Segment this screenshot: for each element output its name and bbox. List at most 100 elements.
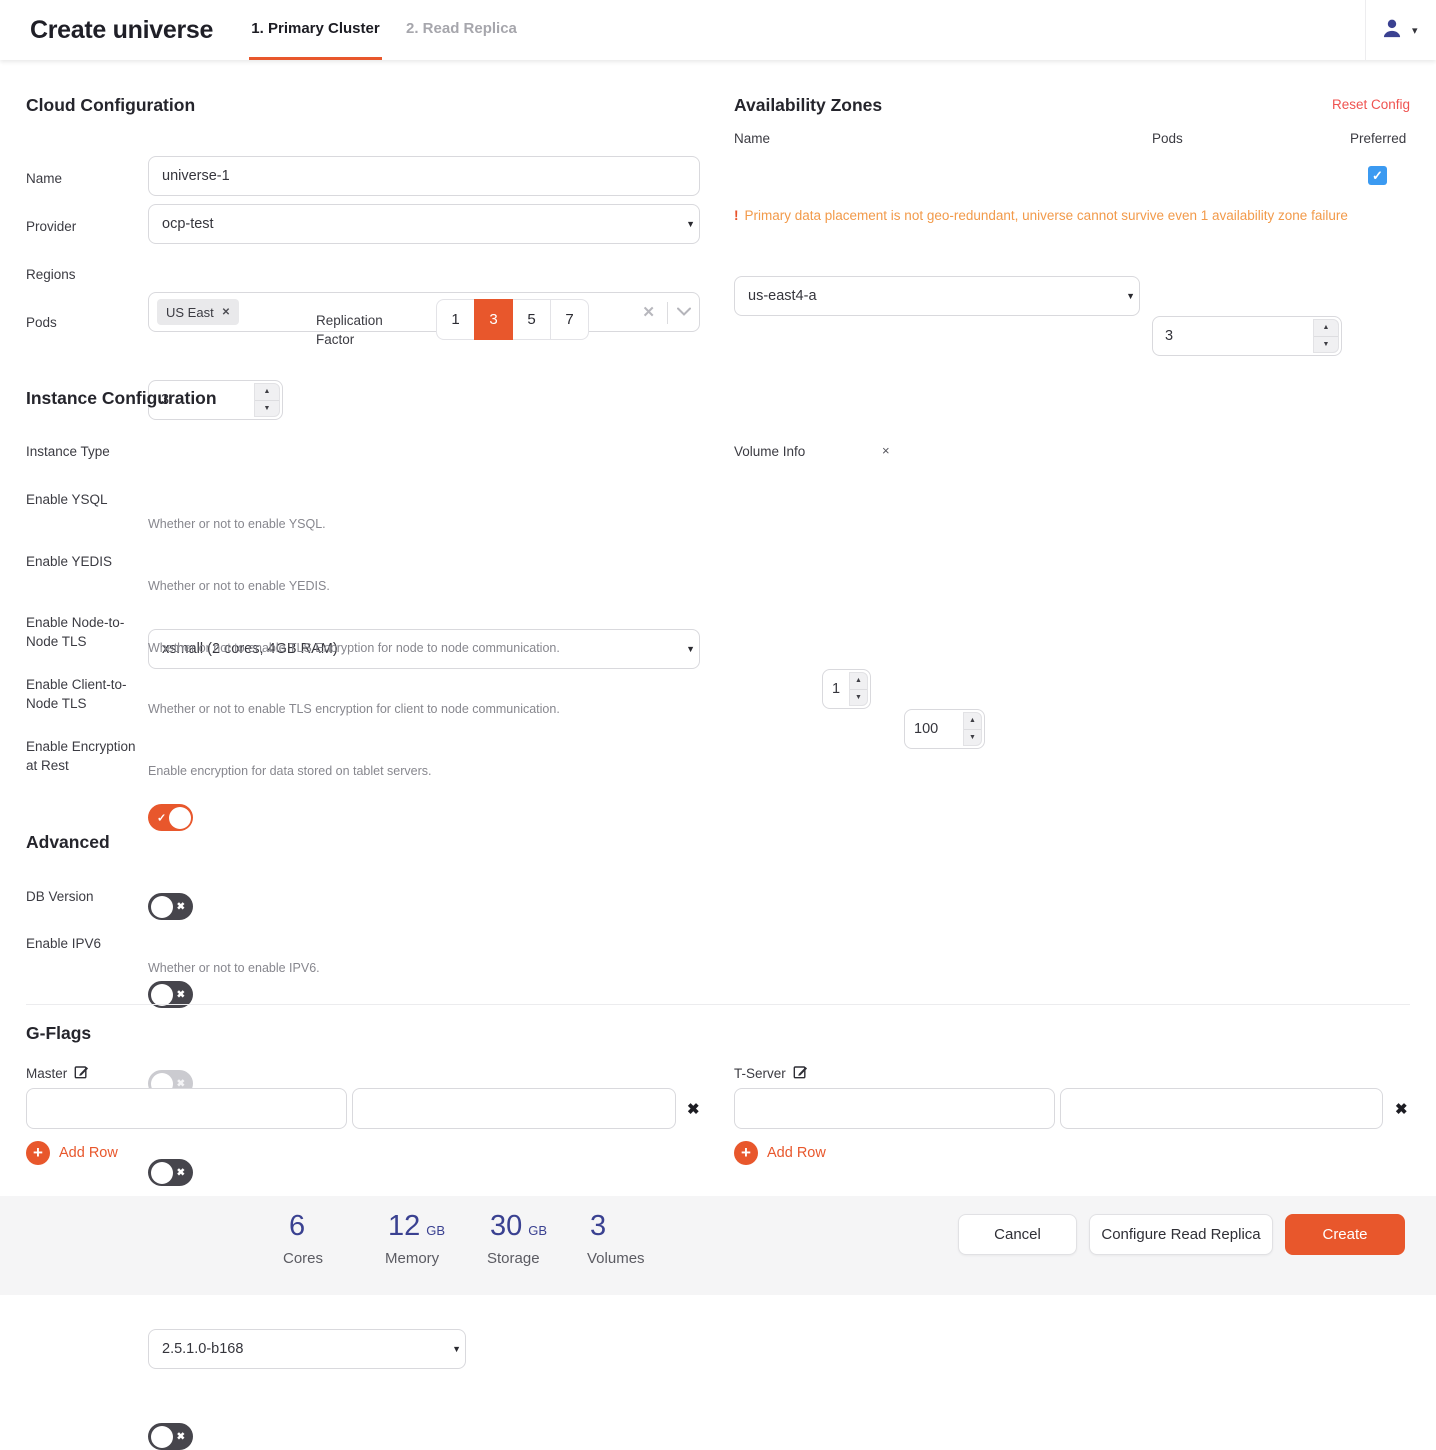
volumes-value: 3: [590, 1210, 606, 1242]
enable-ipv6-label: Enable IPV6: [26, 934, 140, 953]
stepper-down-icon[interactable]: ▼: [255, 401, 279, 417]
rf-option-1[interactable]: 1: [436, 299, 475, 340]
cancel-button[interactable]: Cancel: [958, 1214, 1077, 1255]
az-pods-value: 3: [1165, 328, 1173, 344]
pods-label: Pods: [26, 313, 57, 332]
memory-label: Memory: [385, 1250, 445, 1267]
user-menu[interactable]: ▾: [1381, 0, 1418, 60]
enable-node-to-node-tls-help: Whether or not to enable TLS Encryption …: [148, 641, 560, 655]
cloud-configuration-heading: Cloud Configuration: [26, 95, 195, 116]
preferred-checkbox[interactable]: ✓: [1368, 166, 1387, 185]
edit-icon[interactable]: [74, 1064, 89, 1082]
tab-primary-cluster[interactable]: 1. Primary Cluster: [249, 0, 382, 57]
plus-icon: +: [734, 1141, 758, 1165]
az-name-select[interactable]: us-east4-a ▼: [734, 276, 1140, 316]
enable-yedis-toggle[interactable]: ✖: [148, 893, 193, 920]
select-caret-icon: ▼: [686, 219, 695, 229]
close-icon: ✖: [177, 989, 185, 1000]
select-caret-icon: ▼: [686, 644, 695, 654]
replication-factor-label: Replication Factor: [316, 311, 383, 349]
region-chip-label: US East: [166, 305, 214, 320]
advanced-heading: Advanced: [26, 832, 110, 853]
replication-factor-group: 1 3 5 7: [436, 299, 589, 340]
volume-count-value: 1: [832, 681, 840, 697]
reset-config-link[interactable]: Reset Config: [1332, 97, 1410, 112]
stat-volumes: 3 Volumes: [590, 1210, 645, 1267]
enable-ipv6-toggle[interactable]: ✖: [148, 1423, 193, 1450]
master-gflag-value-input[interactable]: [352, 1088, 676, 1129]
create-button[interactable]: Create: [1285, 1214, 1405, 1255]
az-name-value: us-east4-a: [748, 288, 817, 304]
select-caret-icon: ▼: [452, 1344, 461, 1354]
stat-memory: 12GB Memory: [388, 1210, 445, 1267]
stat-cores: 6 Cores: [289, 1210, 323, 1267]
add-row-label: Add Row: [767, 1145, 826, 1161]
remove-tserver-row-icon[interactable]: ✖: [1395, 1088, 1408, 1129]
stepper-up-icon[interactable]: ▲: [964, 713, 981, 730]
az-pods-stepper[interactable]: 3 ▲ ▼: [1152, 316, 1342, 356]
rf-option-7[interactable]: 7: [550, 299, 589, 340]
chevron-down-icon[interactable]: [677, 304, 691, 320]
active-tab-indicator: [249, 57, 382, 60]
header-divider: [1365, 0, 1366, 60]
db-version-label: DB Version: [26, 887, 94, 906]
warning-text: Primary data placement is not geo-redund…: [745, 208, 1348, 223]
stepper-down-icon[interactable]: ▼: [964, 730, 981, 746]
volume-multiply-sign: ×: [882, 443, 890, 458]
master-add-row-button[interactable]: + Add Row: [26, 1141, 118, 1165]
toggle-knob: [151, 896, 173, 918]
enable-encryption-at-rest-help: Enable encryption for data stored on tab…: [148, 764, 432, 778]
stepper-buttons: ▲ ▼: [963, 712, 982, 746]
enable-encryption-at-rest-toggle[interactable]: ✖: [148, 1159, 193, 1186]
enable-ysql-toggle[interactable]: ✓: [148, 804, 193, 831]
cores-label: Cores: [283, 1250, 323, 1267]
edit-icon[interactable]: [793, 1064, 808, 1082]
remove-master-row-icon[interactable]: ✖: [687, 1088, 700, 1129]
tserver-add-row-button[interactable]: + Add Row: [734, 1141, 826, 1165]
stepper-buttons: ▲ ▼: [849, 672, 868, 706]
enable-encryption-at-rest-label: Enable Encryption at Rest: [26, 737, 140, 775]
stepper-down-icon[interactable]: ▼: [850, 690, 867, 706]
close-icon: ✖: [177, 901, 185, 912]
regions-multiselect[interactable]: US East ✕ ✕: [148, 292, 700, 332]
clear-regions-icon[interactable]: ✕: [642, 303, 655, 321]
master-gflags-label: Master: [26, 1064, 89, 1082]
provider-select[interactable]: ocp-test ▼: [148, 204, 700, 244]
multiselect-divider: [667, 302, 668, 324]
enable-client-to-node-tls-label: Enable Client-to-Node TLS: [26, 675, 140, 713]
remove-region-icon[interactable]: ✕: [222, 307, 230, 318]
rf-option-5[interactable]: 5: [512, 299, 551, 340]
toggle-knob: [151, 1162, 173, 1184]
stepper-buttons: ▲ ▼: [254, 383, 280, 417]
volume-info-label: Volume Info: [734, 442, 805, 461]
tserver-gflag-name-input[interactable]: [734, 1088, 1055, 1129]
stepper-down-icon[interactable]: ▼: [1314, 337, 1338, 353]
tab-read-replica[interactable]: 2. Read Replica: [406, 0, 517, 57]
volume-count-stepper[interactable]: 1 ▲ ▼: [822, 669, 871, 709]
name-label: Name: [26, 169, 62, 188]
gflags-heading: G-Flags: [26, 1023, 91, 1044]
rf-option-3-selected[interactable]: 3: [474, 299, 513, 340]
stepper-up-icon[interactable]: ▲: [850, 673, 867, 690]
db-version-select[interactable]: 2.5.1.0-b168 ▼: [148, 1329, 466, 1369]
check-icon: ✓: [157, 811, 166, 824]
tserver-gflag-value-input[interactable]: [1060, 1088, 1383, 1129]
volume-size-stepper[interactable]: 100 ▲ ▼: [904, 709, 985, 749]
chevron-down-icon: ▾: [1412, 24, 1418, 37]
storage-label: Storage: [487, 1250, 547, 1267]
configure-read-replica-button[interactable]: Configure Read Replica: [1089, 1214, 1273, 1255]
master-gflag-name-input[interactable]: [26, 1088, 347, 1129]
universe-name-input[interactable]: [148, 156, 700, 196]
page-title: Create universe: [30, 0, 213, 60]
stat-storage: 30GB Storage: [490, 1210, 547, 1267]
regions-label: Regions: [26, 265, 76, 284]
stepper-up-icon[interactable]: ▲: [1314, 320, 1338, 337]
enable-yedis-help: Whether or not to enable YEDIS.: [148, 579, 330, 593]
app-header: Create universe 1. Primary Cluster 2. Re…: [0, 0, 1436, 60]
stepper-up-icon[interactable]: ▲: [255, 384, 279, 401]
toggle-knob: [151, 1426, 173, 1448]
az-col-pods: Pods: [1152, 131, 1183, 146]
instance-type-label: Instance Type: [26, 442, 110, 461]
storage-value: 30: [490, 1210, 522, 1242]
geo-redundancy-warning: ! Primary data placement is not geo-redu…: [734, 208, 1394, 223]
